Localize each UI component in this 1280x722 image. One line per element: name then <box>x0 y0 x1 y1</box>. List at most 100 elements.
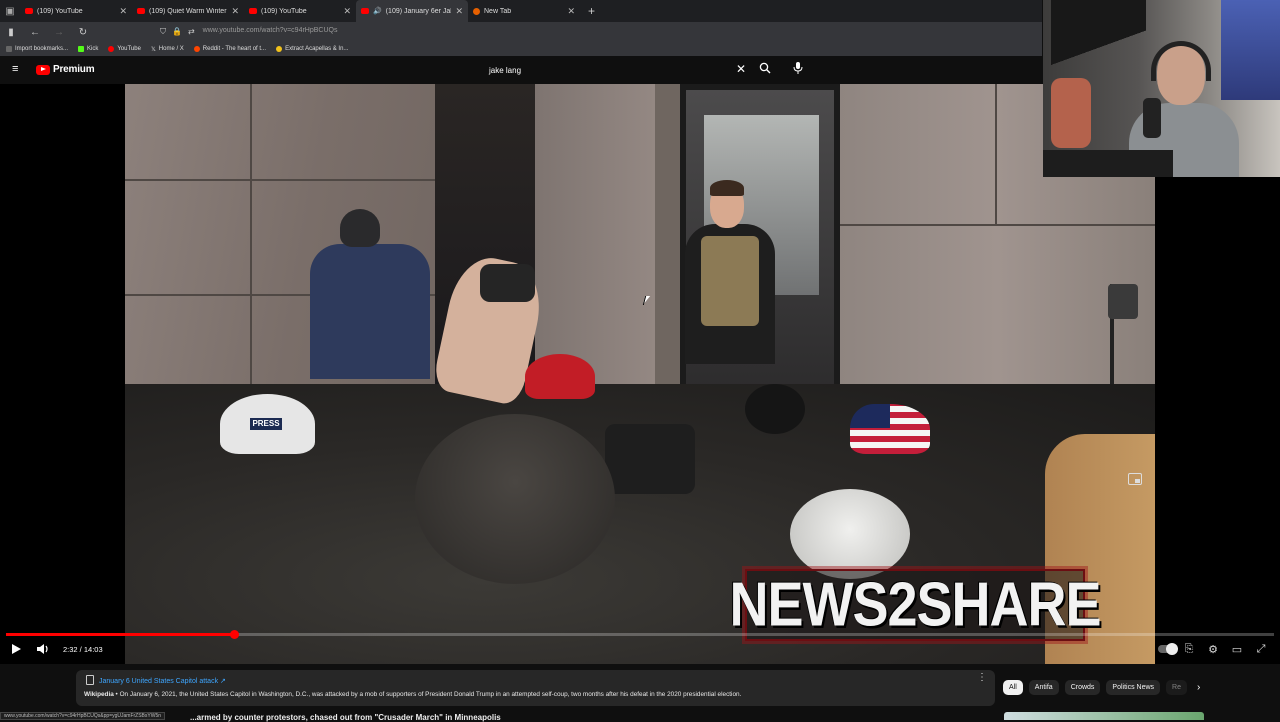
bookmark-label: Kick <box>87 46 99 52</box>
youtube-favicon-icon <box>361 8 369 14</box>
captions-icon[interactable]: ⎘ <box>1182 642 1196 656</box>
bookmark-youtube[interactable]: YouTube <box>108 46 141 52</box>
video-scene-detail <box>310 244 430 379</box>
document-icon <box>86 675 94 685</box>
bookmark-label: Home / X <box>158 46 184 52</box>
browser-tab[interactable]: (109) YouTube ✕ <box>20 0 132 22</box>
back-arrow-icon[interactable]: ← <box>28 27 42 38</box>
close-icon[interactable]: ✕ <box>567 6 575 17</box>
bookmark-kick[interactable]: Kick <box>78 46 98 52</box>
browser-tab-bar: ▣ (109) YouTube ✕ (109) Quiet Warm Winte… <box>0 0 1042 22</box>
status-bar-url: www.youtube.com/watch?v=c94rHpBCUQs&pp=y… <box>0 712 166 720</box>
video-scene-camera <box>605 424 695 494</box>
right-controls: ⎘ ⚙ ▭ ⤢ <box>1158 642 1268 656</box>
speaker-icon[interactable]: 🔊 <box>373 7 382 15</box>
shield-icon[interactable]: ⛉ <box>160 27 166 37</box>
chevron-right-icon[interactable]: › <box>1197 682 1200 693</box>
news2share-watermark: NEWS2SHARE <box>729 569 1102 641</box>
youtube-play-logo-icon <box>36 64 50 75</box>
video-scene-detail <box>850 404 930 454</box>
video-scene-detail <box>710 180 744 196</box>
bookmark-x[interactable]: 𝕏 Home / X <box>151 46 184 53</box>
tab-title: (109) Quiet Warm Winter Night <box>149 7 227 15</box>
play-icon[interactable] <box>12 644 21 654</box>
video-scene-detail <box>525 354 595 399</box>
tab-title: (109) January 6er Jake Lang <box>385 7 452 15</box>
timecode: 2:32 / 14:03 <box>63 645 103 654</box>
info-panel-link[interactable]: January 6 United States Capitol attack ↗ <box>99 677 226 685</box>
player-controls: 2:32 / 14:03 ⎘ ⚙ ▭ ⤢ <box>0 640 1280 662</box>
bookmark-label: Import bookmarks... <box>15 46 69 52</box>
video-scene-camera-lens <box>790 489 910 579</box>
browser-tab[interactable]: (109) Quiet Warm Winter Night ✕ <box>132 0 244 22</box>
url-security-icons: ⛉ 🔒 ⇄ www.youtube.com/watch?v=c94rHpBCUQ… <box>160 27 337 37</box>
webcam-detail <box>1151 41 1211 81</box>
firefox-favicon-icon <box>473 7 480 15</box>
video-scene-camera <box>745 384 805 434</box>
more-options-icon[interactable]: ⋮ <box>977 673 987 683</box>
video-scene-detail <box>840 224 1155 226</box>
chip-antifa[interactable]: Antifa <box>1028 680 1059 695</box>
settings-gear-icon[interactable]: ⚙ <box>1206 642 1220 656</box>
video-frame[interactable]: PRESS NEWS2SHARE <box>125 84 1155 664</box>
search-icon[interactable] <box>759 62 771 74</box>
kick-icon <box>78 46 85 52</box>
video-scene-press-label: PRESS <box>250 418 282 430</box>
close-icon[interactable]: ✕ <box>119 6 127 17</box>
clear-search-icon[interactable]: ✕ <box>736 62 752 76</box>
browser-tab-active[interactable]: 🔊 (109) January 6er Jake Lang ✕ <box>356 0 468 22</box>
info-panel-text: Wikipedia • On January 6, 2021, the Unit… <box>84 691 741 698</box>
bookmarks-bar: Import bookmarks... Kick YouTube 𝕏 Home /… <box>0 42 1042 56</box>
webcam-overlay <box>1043 0 1280 177</box>
microphone-icon[interactable] <box>792 61 804 75</box>
tab-title: (109) YouTube <box>37 7 83 15</box>
video-title: ...armed by counter protestors, chased o… <box>190 713 501 722</box>
youtube-header: ≡ Premium jake lang ✕ <box>0 56 1042 84</box>
search-box[interactable]: jake lang ✕ <box>480 60 780 80</box>
video-scene-detail <box>250 84 252 384</box>
url-field[interactable]: www.youtube.com/watch?v=c94rHpBCUQs <box>203 27 338 37</box>
webcam-detail <box>1143 98 1161 138</box>
reload-icon[interactable]: ↻ <box>76 27 90 38</box>
menu-icon[interactable]: ≡ <box>12 64 23 75</box>
info-description: • On January 6, 2021, the United States … <box>113 691 742 698</box>
theater-mode-icon[interactable]: ▭ <box>1230 642 1244 656</box>
fullscreen-icon[interactable]: ⤢ <box>1254 642 1268 656</box>
webcam-detail <box>1051 78 1091 148</box>
volume-icon[interactable] <box>36 642 50 656</box>
close-icon[interactable]: ✕ <box>455 6 463 17</box>
chip-more[interactable]: Re <box>1166 680 1187 695</box>
permissions-icon[interactable]: ⇄ <box>188 27 195 37</box>
youtube-logo[interactable]: Premium <box>36 64 95 75</box>
tab-menu-icon[interactable]: ▣ <box>0 0 20 22</box>
chip-all[interactable]: All <box>1003 680 1023 695</box>
close-icon[interactable]: ✕ <box>231 6 239 17</box>
youtube-favicon-icon <box>137 8 145 14</box>
video-scene-detail <box>995 84 997 224</box>
youtube-favicon-icon <box>25 8 33 14</box>
video-scene-camera <box>480 264 535 302</box>
video-scene-person <box>685 180 775 364</box>
video-progress-bar[interactable] <box>6 630 1274 639</box>
browser-tab[interactable]: (109) YouTube ✕ <box>244 0 356 22</box>
bookmark-label: Extract Acapellas & In... <box>285 46 349 52</box>
watermark-text: NEWS2SHARE <box>729 570 1101 640</box>
browser-tab[interactable]: New Tab ✕ <box>468 0 580 22</box>
progress-fill <box>6 633 235 636</box>
recommended-thumbnail[interactable] <box>1004 712 1204 720</box>
bookmark-reddit[interactable]: Reddit - The heart of t... <box>193 46 266 52</box>
close-icon[interactable]: ✕ <box>343 6 351 17</box>
bookmark-import[interactable]: Import bookmarks... <box>6 46 68 52</box>
autoplay-toggle[interactable] <box>1158 642 1178 656</box>
miniplayer-icon[interactable] <box>1128 473 1142 485</box>
chip-politics-news[interactable]: Politics News <box>1106 680 1161 695</box>
sidebar-toggle-icon[interactable]: ▮ <box>4 27 18 38</box>
lock-icon[interactable]: 🔒 <box>172 27 182 37</box>
chip-crowds[interactable]: Crowds <box>1064 680 1101 695</box>
new-tab-plus-icon[interactable]: + <box>588 4 595 18</box>
bookmark-acapellas[interactable]: Extract Acapellas & In... <box>276 46 348 52</box>
autoplay-switch-icon <box>1158 643 1178 655</box>
webcam-detail <box>1043 150 1173 177</box>
youtube-favicon-icon <box>249 8 257 14</box>
forward-arrow-icon[interactable]: → <box>52 27 66 38</box>
